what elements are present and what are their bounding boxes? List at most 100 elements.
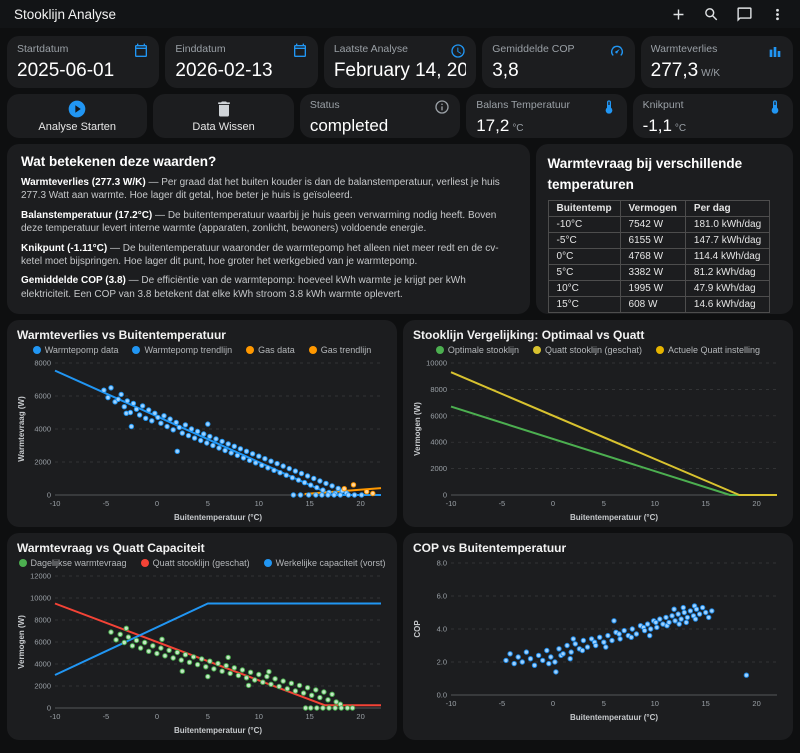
stat-unit: W/K <box>701 68 721 79</box>
legend-label: Quatt stooklijn (geschat) <box>152 558 250 568</box>
legend-label: Dagelijkse warmtevraag <box>30 558 127 568</box>
svg-text:10: 10 <box>255 499 263 508</box>
stat-value: February 14, 2025 <box>333 60 467 81</box>
stat-unit: °C <box>512 123 524 134</box>
svg-text:5: 5 <box>206 499 210 508</box>
table-cell: 47.9 kWh/dag <box>684 279 771 297</box>
legend-item-actuele-quatt-instelling[interactable]: Actuele Quatt instelling <box>656 345 760 355</box>
svg-text:15: 15 <box>702 699 710 708</box>
stat-value: 2026-02-13 <box>175 60 273 81</box>
legend-item-werkelijke-capaciteit-vorst[interactable]: Werkelijke capaciteit (vorst) <box>263 558 386 568</box>
overflow-menu-icon[interactable] <box>769 6 786 23</box>
thermometer-icon <box>767 99 783 115</box>
stat-unit: °C <box>674 123 687 134</box>
legend-label: Actuele Quatt instelling <box>668 345 761 355</box>
table-row: 15°C 608 W 14.6 kWh/dag <box>547 295 771 313</box>
trash-icon <box>214 99 234 119</box>
legend-item-gas-data[interactable]: Gas data <box>246 345 295 355</box>
svg-text:0: 0 <box>155 712 159 721</box>
stat-top: Balans Temperatuur <box>476 99 616 115</box>
svg-text:8000: 8000 <box>34 359 51 368</box>
chart-legend: Warmtepomp data Warmtepomp trendlijn Gas d… <box>15 342 389 355</box>
explanation-card: Wat betekenen deze waarden? Warmteverlie… <box>7 144 530 314</box>
explanation-term: Balanstemperatuur (17.2°C) <box>21 209 153 221</box>
svg-text:4000: 4000 <box>34 660 51 669</box>
stat-card-status[interactable]: Status completed <box>299 94 461 138</box>
svg-text:20: 20 <box>752 499 760 508</box>
chart-legend: Optimale stooklijn Quatt stooklijn (gesch… <box>411 342 785 355</box>
svg-text:2.0: 2.0 <box>437 658 447 667</box>
stat-value: -1,1 °C <box>642 116 687 135</box>
search-icon[interactable] <box>703 6 720 23</box>
legend-item-warmtepomp-trendlijn[interactable]: Warmtepomp trendlijn <box>132 345 232 355</box>
button-analyse-starten[interactable]: Analyse Starten <box>7 94 148 138</box>
svg-text:-5: -5 <box>499 699 506 708</box>
table-row: 5°C 3382 W 81.2 kWh/dag <box>547 263 771 281</box>
svg-text:-10: -10 <box>446 699 457 708</box>
stat-label: Knikpunt <box>642 99 684 111</box>
stat-card-warmteverlies[interactable]: Warmteverlies 277,3 W/K <box>640 36 794 88</box>
explanation-item: Gemiddelde COP (3.8) — De efficiëntie va… <box>21 275 466 300</box>
charts-grid: Warmteverlies vs Buitentemperatuur Warmt… <box>7 320 793 740</box>
table-header: Per dag <box>684 199 771 217</box>
explanation-item: Balanstemperatuur (17.2°C) — De buitente… <box>21 209 497 235</box>
stat-card-einddatum[interactable]: Einddatum 2026-02-13 <box>165 36 318 88</box>
svg-text:-10: -10 <box>50 499 61 508</box>
legend-dot <box>435 346 444 354</box>
play-circle-icon <box>67 99 87 119</box>
header-actions <box>670 6 786 23</box>
stat-card-knikpunt[interactable]: Knikpunt -1,1 °C <box>632 94 794 138</box>
table-cell: -10°C <box>547 215 621 233</box>
legend-item-quatt-stooklijn-geschat[interactable]: Quatt stooklijn (geschat) <box>140 558 250 568</box>
table-cell: 14.6 kWh/dag <box>684 295 771 313</box>
table-cell: 0°C <box>547 247 621 265</box>
svg-text:Buitentemperatuur (°C): Buitentemperatuur (°C) <box>570 713 658 722</box>
stat-card-balans-temperatuur[interactable]: Balans Temperatuur 17,2 °C <box>466 94 627 138</box>
demand-table-title: Warmtevraag bij verschillende temperatur… <box>547 156 743 192</box>
legend-item-dagelijkse-warmtevraag[interactable]: Dagelijkse warmtevraag <box>18 558 127 568</box>
legend-dot <box>132 346 141 354</box>
legend-item-optimale-stooklijn[interactable]: Optimale stooklijn <box>435 345 519 355</box>
chart-card-stooklijn-vergelijking: Stooklijn Vergelijking: Optimaal vs Quat… <box>403 320 793 527</box>
legend-dot <box>263 559 272 567</box>
legend-label: Warmtepomp trendlijn <box>144 345 233 355</box>
stats-row-2: Analyse Starten Data Wissen Status compl… <box>7 94 794 138</box>
svg-text:0: 0 <box>551 499 555 508</box>
table-cell: 147.7 kWh/dag <box>684 231 771 249</box>
calendar-icon <box>133 43 149 59</box>
dashboard: Startdatum 2025-06-01 Einddatum 2026-02-… <box>0 28 800 746</box>
svg-text:Buitentemperatuur (°C): Buitentemperatuur (°C) <box>174 513 262 522</box>
svg-text:-10: -10 <box>50 712 61 721</box>
svg-text:10: 10 <box>651 499 659 508</box>
svg-text:-10: -10 <box>446 499 457 508</box>
table-cell: 81.2 kWh/dag <box>684 263 771 281</box>
demand-table-card: Warmtevraag bij verschillende temperatur… <box>535 144 793 314</box>
chart-legend: Dagelijkse warmtevraag Quatt stooklijn (g… <box>15 555 389 568</box>
explanation-item: Knikpunt (-1.11°C) — De buitentemperatuu… <box>21 242 499 267</box>
legend-item-warmtepomp-data[interactable]: Warmtepomp data <box>32 345 118 355</box>
chart-card-cop-vs-buitentemperatuur: COP vs Buitentemperatuur 0.0 2.0 4.0 6.0 8.0… <box>403 533 793 740</box>
stat-card-gemiddelde-cop[interactable]: Gemiddelde COP 3,8 <box>482 36 635 88</box>
svg-text:6000: 6000 <box>34 638 51 647</box>
page-title: Stooklijn Analyse <box>14 6 117 22</box>
table-header-row: Buitentemp Vermogen Per dag <box>547 199 771 217</box>
stat-top: Knikpunt <box>643 99 783 115</box>
svg-text:0: 0 <box>155 499 159 508</box>
svg-text:2000: 2000 <box>430 464 447 473</box>
legend-label: Quatt stooklijn (geschat) <box>544 345 642 355</box>
stat-value: completed <box>309 116 389 135</box>
stat-card-laatste-analyse[interactable]: Laatste Analyse February 14, 2025 <box>323 36 477 88</box>
legend-item-gas-trendlijn[interactable]: Gas trendlijn <box>308 345 371 355</box>
chart-title: Warmteverlies vs Buitentemperatuur <box>17 328 226 342</box>
button-data-wissen[interactable]: Data Wissen <box>153 94 294 138</box>
add-icon[interactable] <box>670 6 687 23</box>
svg-text:8.0: 8.0 <box>437 559 447 568</box>
svg-text:COP: COP <box>413 620 422 638</box>
legend-item-quatt-stooklijn-geschat[interactable]: Quatt stooklijn (geschat) <box>532 345 642 355</box>
chart-canvas: 0200040006000800010000-10 -5 0 5 10 15 20Buite… <box>413 359 777 522</box>
table-row: -10°C 7542 W 181.0 kWh/dag <box>547 215 771 233</box>
legend-label: Werkelijke capaciteit (vorst) <box>275 558 386 568</box>
assist-chat-icon[interactable] <box>736 6 753 23</box>
legend-label: Gas data <box>258 345 295 355</box>
stat-card-startdatum[interactable]: Startdatum 2025-06-01 <box>7 36 160 88</box>
